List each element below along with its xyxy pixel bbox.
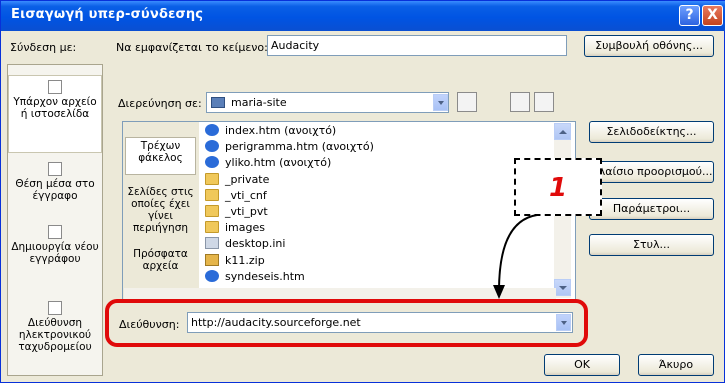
style-button[interactable]: Στυλ... — [589, 234, 714, 256]
callout-arrow — [493, 214, 538, 299]
file-list-item[interactable]: desktop.ini — [205, 237, 285, 253]
file-list-item[interactable]: index.htm (ανοιχτό) — [205, 124, 336, 140]
sidebar-item-place-in-document[interactable]: Θέση μέσα στο έγγραφο — [8, 162, 102, 212]
folder-icon — [205, 221, 219, 234]
link-to-label: Σύνδεση με: — [10, 41, 77, 54]
sidebar-item-email-address[interactable]: Διεύθυνση ηλεκτρονικού ταχυδρομείου — [8, 301, 102, 367]
ie-page-icon — [205, 156, 219, 169]
browse-web-icon[interactable] — [510, 92, 530, 112]
web-page-icon — [48, 80, 62, 94]
browse-file-icon[interactable] — [534, 92, 554, 112]
file-name: perigramma.htm (ανοιχτό) — [225, 140, 374, 154]
category-recent-files[interactable]: Πρόσφατα αρχεία — [125, 248, 196, 278]
title-bar[interactable]: Εισαγωγή υπερ-σύνδεσης ? X — [1, 1, 725, 31]
file-list-item[interactable]: k11.zip — [205, 253, 265, 270]
text-to-display-input[interactable]: Audacity — [267, 35, 567, 56]
look-in-select[interactable]: maria-site — [206, 92, 449, 113]
text-to-display-value: Audacity — [271, 39, 320, 52]
file-list-item[interactable]: syndeseis.htm — [205, 269, 305, 286]
ini-file-icon — [205, 237, 219, 250]
new-document-icon — [48, 225, 62, 239]
folder-icon — [205, 172, 219, 185]
category-label: Σελίδες στις οποίες έχει γίνει περιήγηση — [127, 186, 194, 234]
look-in-label: Διερεύνηση σε: — [118, 97, 202, 110]
zip-file-icon — [205, 253, 219, 266]
file-list-item[interactable]: _vti_pvt — [205, 205, 268, 221]
scroll-up-icon[interactable] — [554, 123, 571, 140]
site-icon — [211, 97, 225, 108]
sidebar-item-label: Διεύθυνση ηλεκτρονικού ταχυδρομείου — [18, 317, 92, 353]
parameters-button[interactable]: Παράμετροι... — [589, 198, 714, 220]
sidebar-item-label: Δημιουργία νέου εγγράφου — [11, 241, 99, 265]
file-list-item[interactable]: perigramma.htm (ανοιχτό) — [205, 140, 374, 156]
file-name: syndeseis.htm — [225, 269, 305, 283]
folder-icon — [205, 205, 219, 217]
file-list-item[interactable]: _private — [205, 172, 270, 189]
sidebar-item-label: Θέση μέσα στο έγγραφο — [15, 178, 95, 202]
screen-tip-button[interactable]: Συμβουλή οθόνης... — [584, 35, 714, 57]
category-label: Τρέχων φάκελος — [138, 140, 183, 164]
dialog-title: Εισαγωγή υπερ-σύνδεσης — [11, 7, 204, 22]
ie-page-icon — [205, 140, 219, 153]
sidebar-item-existing-file[interactable]: Υπάρχον αρχείο ή ιστοσελίδα — [8, 75, 102, 153]
cancel-button[interactable]: Άκυρο — [638, 354, 714, 376]
folder-icon — [205, 188, 219, 201]
file-name: _vti_pvt — [225, 205, 268, 218]
text-to-display-label: Να εμφανίζεται το κείμενο: — [116, 41, 268, 54]
link-to-sidebar: Υπάρχον αρχείο ή ιστοσελίδα Θέση μέσα στ… — [7, 64, 103, 376]
help-button[interactable]: ? — [679, 5, 700, 26]
file-name: _private — [225, 172, 270, 186]
category-browsed-pages[interactable]: Σελίδες στις οποίες έχει γίνει περιήγηση — [125, 186, 196, 238]
document-place-icon — [48, 162, 62, 176]
ok-button[interactable]: OK — [544, 354, 620, 376]
file-name: desktop.ini — [225, 237, 286, 251]
ie-page-icon — [205, 269, 219, 282]
file-list-item[interactable]: images — [205, 221, 265, 237]
sidebar-item-label: Υπάρχον αρχείο ή ιστοσελίδα — [13, 96, 97, 120]
file-name: yliko.htm (ανοιχτό) — [225, 156, 332, 170]
file-list-item[interactable]: yliko.htm (ανοιχτό) — [205, 156, 331, 172]
hyperlink-dialog: Εισαγωγή υπερ-σύνδεσης ? X Σύνδεση με: Ν… — [0, 0, 725, 383]
scroll-down-icon[interactable] — [554, 279, 571, 296]
category-current-folder[interactable]: Τρέχων φάκελος — [125, 137, 196, 175]
callout-number: 1 — [548, 173, 568, 203]
file-name: images — [225, 221, 265, 235]
up-folder-icon[interactable] — [457, 92, 477, 112]
email-icon — [48, 301, 62, 315]
highlight-box — [105, 299, 588, 347]
file-list-item[interactable]: _vti_cnf — [205, 188, 267, 205]
file-name: index.htm (ανοιχτό) — [225, 124, 337, 137]
category-label: Πρόσφατα αρχεία — [133, 248, 188, 272]
bookmark-button[interactable]: Σελιδοδείκτης... — [589, 121, 714, 143]
target-frame-button[interactable]: Πλαίσιο προορισμού... — [589, 161, 714, 183]
file-name: _vti_cnf — [225, 188, 267, 202]
ie-page-icon — [205, 124, 219, 136]
look-in-value: maria-site — [231, 96, 287, 109]
close-button[interactable]: X — [702, 5, 723, 26]
chevron-down-icon[interactable] — [433, 94, 448, 111]
sidebar-item-new-document[interactable]: Δημιουργία νέου εγγράφου — [8, 225, 102, 287]
file-name: k11.zip — [225, 253, 265, 267]
